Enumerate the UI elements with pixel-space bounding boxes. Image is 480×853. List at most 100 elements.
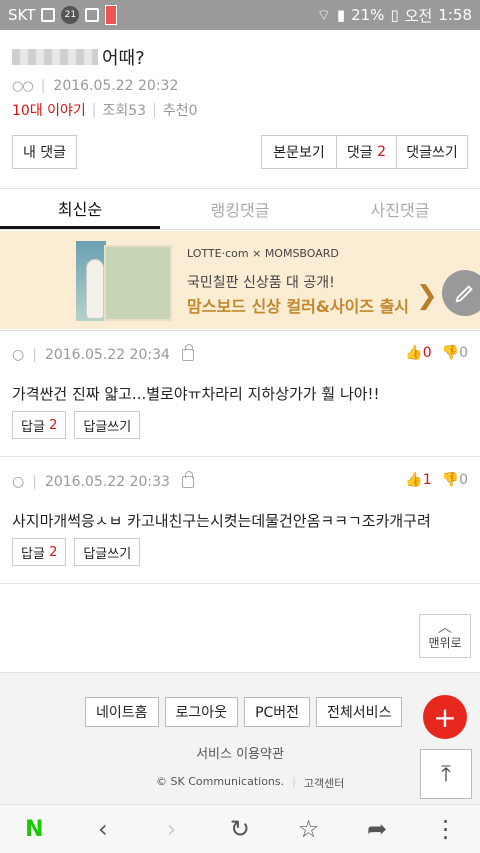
copyright-text: © SK Communications.: [156, 775, 285, 788]
comment-datetime: 2016.05.22 20:34: [44, 347, 170, 363]
comment-meta: ○ | 2016.05.22 20:34: [12, 344, 194, 363]
post-author: ○○: [12, 78, 34, 94]
post-title-suffix: 어때?: [102, 48, 145, 69]
footer-buttons: 네이트홈 로그아웃 PC버전 전체서비스: [85, 697, 403, 727]
comment-votes: 👍1 👎0: [405, 472, 468, 488]
notification-count-icon: 21: [61, 6, 80, 24]
post-action-group: 본문보기 댓글 2 댓글쓰기: [261, 135, 468, 169]
copyright-row: © SK Communications. | 고객센터: [156, 775, 344, 791]
comment-sort-tabs: 최신순 랭킹댓글 사진댓글: [0, 188, 480, 230]
banner-line1: 국민칠판 신상품 대 공개!: [187, 275, 335, 291]
ad-banner[interactable]: LOTTE·com × MOMSBOARD 국민칠판 신상품 대 공개! 맘스보…: [0, 231, 480, 329]
forward-icon[interactable]: ›: [151, 809, 191, 849]
scroll-to-top-button[interactable]: ︿ 맨위로: [419, 614, 471, 658]
thumbs-down-button[interactable]: 👎0: [442, 345, 468, 361]
naver-home-button[interactable]: N: [14, 809, 54, 849]
nate-home-button[interactable]: 네이트홈: [85, 697, 159, 727]
up-count: 0: [422, 345, 432, 361]
screen-icon: [41, 8, 56, 22]
post-datetime: 2016.05.22 20:32: [53, 78, 179, 94]
share-icon[interactable]: ➦: [357, 809, 397, 849]
thumbs-up-button[interactable]: 👍1: [405, 472, 431, 488]
logo-separator: ×: [252, 247, 262, 260]
post-recommend: 추천0: [162, 103, 198, 119]
post-header: 어때? ○○ | 2016.05.22 20:32 10대 이야기 | 조회53…: [12, 44, 468, 120]
banner-chalkboard: [104, 245, 172, 321]
divider: |: [32, 347, 37, 363]
browser-nav-bar: N ‹ › ↻ ☆ ➦ ⋮: [0, 804, 480, 853]
tab-latest[interactable]: 최신순: [0, 189, 160, 229]
down-count: 0: [459, 345, 468, 361]
gallery-icon: [85, 8, 100, 22]
post-category-link[interactable]: 10대 이야기: [12, 100, 86, 120]
back-icon[interactable]: ‹: [83, 809, 123, 849]
chevron-up-icon: ︿: [438, 619, 452, 636]
support-link[interactable]: 고객센터: [304, 775, 344, 791]
reply-button[interactable]: 답글 2: [12, 411, 67, 439]
post-meta: ○○ | 2016.05.22 20:32: [12, 78, 468, 94]
ampm-label: 오전: [404, 6, 433, 25]
write-pencil-button[interactable]: [442, 270, 480, 316]
bookmark-icon[interactable]: ☆: [289, 809, 329, 849]
more-menu-icon[interactable]: ⋮: [426, 809, 466, 849]
arrow-up-icon: ⤒: [441, 761, 451, 787]
post-views: 조회53: [102, 103, 147, 119]
reply-count: 2: [49, 417, 58, 433]
write-reply-button[interactable]: 답글쓰기: [74, 538, 141, 566]
tab-photo[interactable]: 사진댓글: [320, 189, 480, 229]
terms-link[interactable]: 서비스 이용약관: [0, 743, 480, 762]
comment-actions: 답글 2 답글쓰기: [12, 411, 141, 439]
reply-label: 답글: [21, 546, 45, 562]
all-services-button[interactable]: 전체서비스: [316, 697, 403, 727]
divider: |: [91, 102, 97, 118]
thumbs-down-button[interactable]: 👎0: [442, 472, 468, 488]
pc-version-button[interactable]: PC버전: [244, 697, 311, 727]
thumbs-down-icon: 👎: [441, 345, 460, 361]
lock-icon: [181, 344, 194, 361]
reply-button[interactable]: 답글 2: [12, 538, 67, 566]
wifi-icon: ⌔: [316, 5, 331, 24]
refresh-icon[interactable]: ↻: [220, 809, 260, 849]
write-comment-button[interactable]: 댓글쓰기: [396, 135, 468, 169]
comments-count: 2: [377, 144, 387, 160]
battery-icon: ▯: [390, 6, 399, 24]
thumbs-up-icon: 👍: [405, 472, 423, 488]
comment-text: 가격싼건 진짜 얇고...별로야ㅠ차라리 지하상가가 훨 나아!!: [12, 385, 380, 403]
pencil-icon: [455, 285, 473, 303]
divider: |: [292, 775, 296, 788]
reply-label: 답글: [21, 419, 45, 435]
floating-add-button[interactable]: +: [423, 695, 467, 739]
status-bar: SKT 21 ⌔ ▮ 21% ▯ 오전 1:58: [0, 0, 480, 30]
battery-percent: 21%: [351, 6, 385, 24]
divider: |: [152, 102, 157, 118]
momsboard-logo: MOMSBOARD: [264, 247, 339, 260]
tab-ranking[interactable]: 랭킹댓글: [160, 189, 320, 229]
blurred-title-text: [12, 49, 98, 65]
logout-button[interactable]: 로그아웃: [164, 697, 239, 727]
comments-button[interactable]: 댓글 2: [336, 135, 396, 169]
post-title: 어때?: [12, 44, 468, 70]
comment-text: 사지마개썩응ㅅㅂ 카고내친구는시켯는데물건안옴ㅋㅋㄱ조카개구려: [12, 512, 431, 530]
comments-label: 댓글: [346, 145, 373, 161]
reply-count: 2: [49, 544, 58, 560]
banner-child-figure: [86, 259, 104, 319]
view-post-button[interactable]: 본문보기: [261, 135, 336, 169]
post-info: 10대 이야기 | 조회53 | 추천0: [12, 100, 468, 120]
banner-line2: 맘스보드 신상 컬러&사이즈 출시: [187, 297, 410, 316]
app-notification-icon: [105, 5, 118, 25]
lock-icon: [181, 471, 194, 488]
up-count: 1: [422, 472, 432, 488]
comment-author: ○: [12, 474, 25, 490]
down-count: 0: [459, 472, 468, 488]
banner-logos: LOTTE·com × MOMSBOARD: [187, 247, 339, 260]
page-top-button[interactable]: ⤒: [420, 749, 472, 799]
my-comments-button[interactable]: 내 댓글: [12, 135, 77, 169]
comment-author: ○: [12, 347, 25, 363]
comment-meta: ○ | 2016.05.22 20:33: [12, 471, 194, 490]
signal-icon: ▮: [336, 6, 346, 24]
lotte-logo: LOTTE·com: [187, 247, 249, 260]
comment-datetime: 2016.05.22 20:33: [44, 474, 170, 490]
thumbs-up-button[interactable]: 👍0: [405, 345, 431, 361]
thumbs-up-icon: 👍: [405, 345, 423, 361]
write-reply-button[interactable]: 답글쓰기: [74, 411, 141, 439]
